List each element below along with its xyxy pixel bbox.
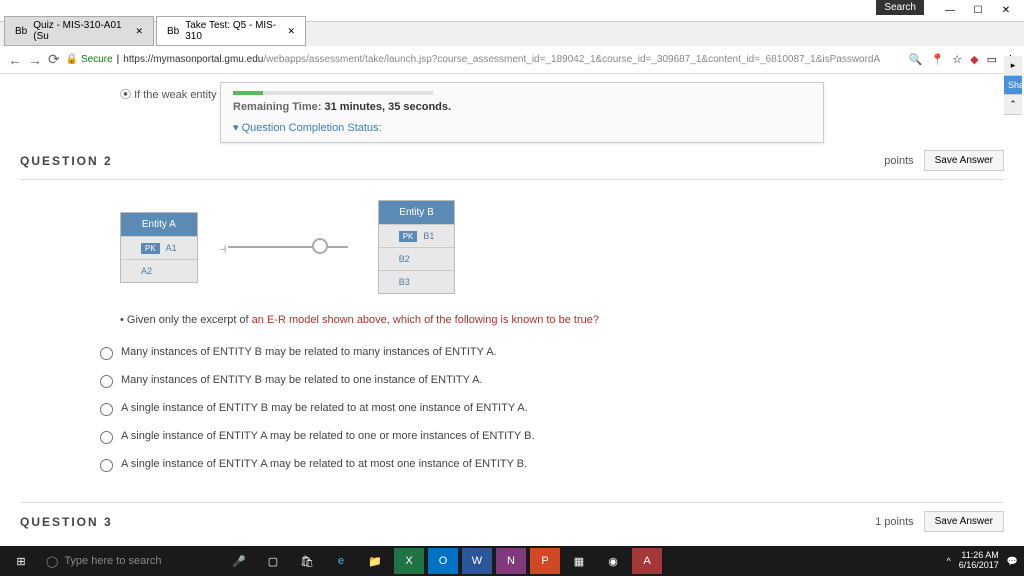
cast-icon[interactable]: ▭: [987, 53, 997, 66]
cortana-icon[interactable]: 🎤: [224, 548, 254, 574]
option-2[interactable]: Many instances of ENTITY B may be relate…: [100, 374, 1004, 388]
tab-take-test[interactable]: BbTake Test: Q5 - MIS-310✕: [156, 16, 306, 46]
save-answer-button[interactable]: Save Answer: [924, 150, 1004, 171]
address-bar: ← → ⟳ 🔒 Secure | https://mymasonportal.g…: [0, 46, 1024, 74]
option-3[interactable]: A single instance of ENTITY B may be rel…: [100, 402, 1004, 416]
crowfoot-icon: ⫞: [220, 240, 227, 257]
save-answer-button[interactable]: Save Answer: [924, 511, 1004, 532]
url-field[interactable]: 🔒 Secure | https://mymasonportal.gmu.edu…: [66, 54, 903, 65]
edge-icon[interactable]: e: [326, 548, 356, 574]
word-icon[interactable]: W: [462, 548, 492, 574]
points-label: points: [884, 155, 913, 167]
option-4[interactable]: A single instance of ENTITY A may be rel…: [100, 430, 1004, 444]
tab-label: Quiz - MIS-310-A01 (Su: [33, 20, 129, 42]
timer-label: Remaining Time:: [233, 101, 321, 113]
maximize-button[interactable]: ☐: [964, 1, 992, 21]
zoom-icon[interactable]: 🔍: [909, 53, 923, 66]
radio-4[interactable]: [100, 431, 113, 444]
tab-label: Take Test: Q5 - MIS-310: [185, 20, 281, 42]
taskview-icon[interactable]: ▢: [258, 548, 288, 574]
option-1[interactable]: Many instances of ENTITY B may be relate…: [100, 346, 1004, 360]
close-icon[interactable]: ✕: [287, 26, 295, 37]
expand-icon[interactable]: ⌃: [1004, 95, 1022, 115]
titlebar-search[interactable]: Search: [876, 0, 924, 15]
question-title: QUESTION 3: [20, 515, 113, 529]
question-2-header: QUESTION 2 points Save Answer: [20, 142, 1004, 180]
timer-value: 31 minutes, 35 seconds.: [325, 101, 452, 113]
powerpoint-icon[interactable]: P: [530, 548, 560, 574]
close-button[interactable]: ✕: [992, 1, 1020, 21]
star-icon[interactable]: ☆: [952, 53, 962, 66]
minimize-button[interactable]: —: [936, 1, 964, 21]
excel-icon[interactable]: X: [394, 548, 424, 574]
access-icon[interactable]: A: [632, 548, 662, 574]
pin-icon[interactable]: 📍: [931, 53, 945, 66]
movies-icon[interactable]: ▦: [564, 548, 594, 574]
close-icon[interactable]: ✕: [135, 26, 143, 37]
clock-date: 6/16/2017: [959, 561, 999, 571]
question-prompt: • Given only the excerpt of an E-R model…: [120, 314, 1004, 326]
extension-icon[interactable]: ◆: [970, 53, 978, 66]
outlook-icon[interactable]: O: [428, 548, 458, 574]
radio-2[interactable]: [100, 375, 113, 388]
mail-icon[interactable]: ▸: [1004, 56, 1022, 76]
radio-1[interactable]: [100, 347, 113, 360]
question-completion-status[interactable]: ▾ Question Completion Status:: [233, 121, 811, 134]
radio-3[interactable]: [100, 403, 113, 416]
browser-tabs: BbQuiz - MIS-310-A01 (Su✕ BbTake Test: Q…: [0, 22, 1024, 46]
store-icon[interactable]: 🛍: [292, 548, 322, 574]
share-tab[interactable]: Share: [1004, 76, 1022, 95]
start-button[interactable]: ⊞: [6, 548, 36, 574]
lock-icon: 🔒 Secure: [66, 54, 113, 65]
back-icon[interactable]: ←: [8, 52, 22, 68]
taskbar: ⊞ ◯ Type here to search 🎤 ▢ 🛍 e 📁 X O W …: [0, 546, 1024, 576]
side-panel: ▸ Share ⌃: [1004, 56, 1022, 115]
entity-b-header: Entity B: [379, 201, 455, 224]
timer-panel: Remaining Time: 31 minutes, 35 seconds. …: [220, 82, 824, 143]
relationship-line: ⫞: [228, 246, 348, 248]
tab-quiz[interactable]: BbQuiz - MIS-310-A01 (Su✕: [4, 16, 154, 46]
option-5[interactable]: A single instance of ENTITY A may be rel…: [100, 458, 1004, 472]
onenote-icon[interactable]: N: [496, 548, 526, 574]
taskbar-search[interactable]: ◯ Type here to search: [40, 555, 220, 568]
chevron-up-icon[interactable]: ^: [947, 556, 951, 566]
entity-b: Entity B PKB1 B2 B3: [378, 200, 456, 294]
question-title: QUESTION 2: [20, 154, 113, 168]
circle-icon: [312, 238, 328, 254]
er-diagram: Entity A PKA1 A2 ⫞ Entity B PKB1 B2 B3: [120, 200, 1004, 294]
explorer-icon[interactable]: 📁: [360, 548, 390, 574]
entity-a-header: Entity A: [121, 213, 197, 236]
points-label: 1 points: [875, 516, 914, 528]
reload-icon[interactable]: ⟳: [48, 51, 60, 68]
chrome-icon[interactable]: ◉: [598, 548, 628, 574]
system-tray[interactable]: ^ 11:26 AM 6/16/2017 💬: [947, 551, 1019, 571]
progress-bar: [233, 91, 433, 95]
radio-5[interactable]: [100, 459, 113, 472]
notification-icon[interactable]: 💬: [1007, 556, 1018, 567]
page-content: ⦿ If the weak entity is ID-dep Remaining…: [0, 74, 1024, 534]
entity-a: Entity A PKA1 A2: [120, 212, 198, 283]
forward-icon[interactable]: →: [28, 52, 42, 68]
question-3-header: QUESTION 3 1 points Save Answer: [20, 502, 1004, 534]
addr-actions: 🔍 📍 ☆ ◆ ▭ ⋮: [909, 53, 1016, 66]
